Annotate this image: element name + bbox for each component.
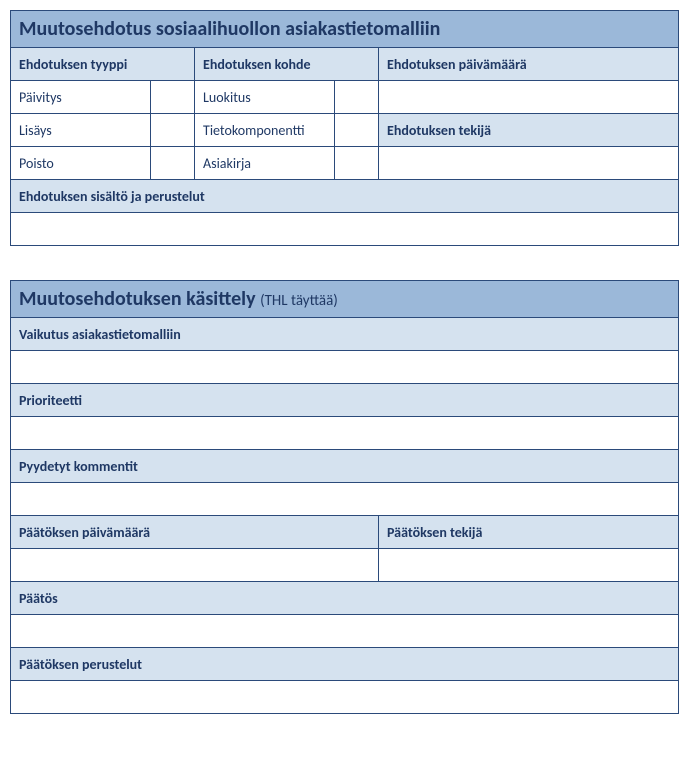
processing-form-table: Muutosehdotuksen käsittely (THL täyttää)…	[10, 280, 679, 714]
header-content: Ehdotuksen sisältö ja perustelut	[11, 180, 679, 213]
decision-date-value[interactable]	[11, 549, 379, 582]
impact-value[interactable]	[11, 351, 679, 384]
form2-title-main: Muutosehdotuksen käsittely	[19, 287, 260, 311]
target-option-datacomponent: Tietokomponentti	[195, 114, 335, 147]
type-option-addition: Lisäys	[11, 114, 151, 147]
form1-title: Muutosehdotus sosiaalihuollon asiakastie…	[11, 11, 679, 48]
decision-value[interactable]	[11, 615, 679, 648]
header-decision-maker: Päätöksen tekijä	[379, 516, 679, 549]
target-check-document[interactable]	[335, 147, 379, 180]
header-author: Ehdotuksen tekijä	[379, 114, 679, 147]
target-option-document: Asiakirja	[195, 147, 335, 180]
header-priority: Prioriteetti	[11, 384, 679, 417]
type-check-removal[interactable]	[151, 147, 195, 180]
form2-title: Muutosehdotuksen käsittely (THL täyttää)	[11, 281, 679, 318]
header-decision: Päätös	[11, 582, 679, 615]
header-impact: Vaikutus asiakastietomalliin	[11, 318, 679, 351]
header-decision-date: Päätöksen päivämäärä	[11, 516, 379, 549]
target-option-classification: Luokitus	[195, 81, 335, 114]
header-decision-rationale: Päätöksen perustelut	[11, 648, 679, 681]
decision-maker-value[interactable]	[379, 549, 679, 582]
content-value[interactable]	[11, 213, 679, 246]
header-date: Ehdotuksen päivämäärä	[379, 48, 679, 81]
type-check-addition[interactable]	[151, 114, 195, 147]
type-check-update[interactable]	[151, 81, 195, 114]
form2-title-sub: (THL täyttää)	[260, 292, 338, 310]
header-comments: Pyydetyt kommentit	[11, 450, 679, 483]
target-check-datacomponent[interactable]	[335, 114, 379, 147]
type-option-removal: Poisto	[11, 147, 151, 180]
proposal-form-table: Muutosehdotus sosiaalihuollon asiakastie…	[10, 10, 679, 246]
header-type: Ehdotuksen tyyppi	[11, 48, 195, 81]
target-check-classification[interactable]	[335, 81, 379, 114]
header-target: Ehdotuksen kohde	[195, 48, 379, 81]
date-value[interactable]	[379, 81, 679, 114]
comments-value[interactable]	[11, 483, 679, 516]
author-value[interactable]	[379, 147, 679, 180]
type-option-update: Päivitys	[11, 81, 151, 114]
decision-rationale-value[interactable]	[11, 681, 679, 714]
priority-value[interactable]	[11, 417, 679, 450]
